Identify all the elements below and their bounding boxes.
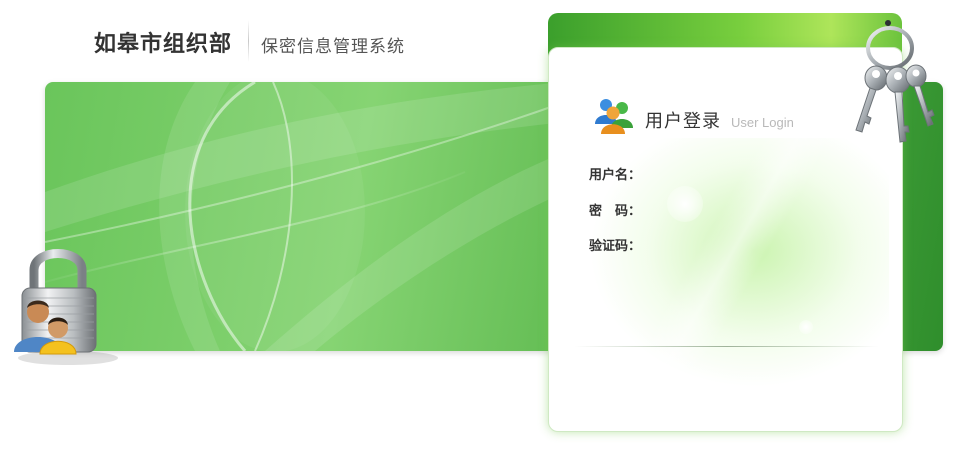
padlock-users-icon [10,240,130,370]
sparkle [799,320,813,334]
password-label: 密 码： [589,204,642,219]
login-subtitle: User Login [731,115,794,130]
header: 如皋市组织部 保密信息管理系统 [0,0,540,80]
users-icon [591,96,637,136]
panel-divider [574,346,879,347]
username-input[interactable] [641,161,791,181]
password-input[interactable] [641,197,791,217]
system-name: 保密信息管理系统 [261,37,405,57]
keys-icon [848,18,938,148]
login-title: 用户登录 [645,111,721,132]
org-name: 如皋市组织部 [94,31,233,57]
captcha-label: 验证码： [589,239,642,254]
username-label: 用户名： [589,168,642,183]
captcha-input[interactable] [641,232,791,252]
header-divider [248,20,249,62]
